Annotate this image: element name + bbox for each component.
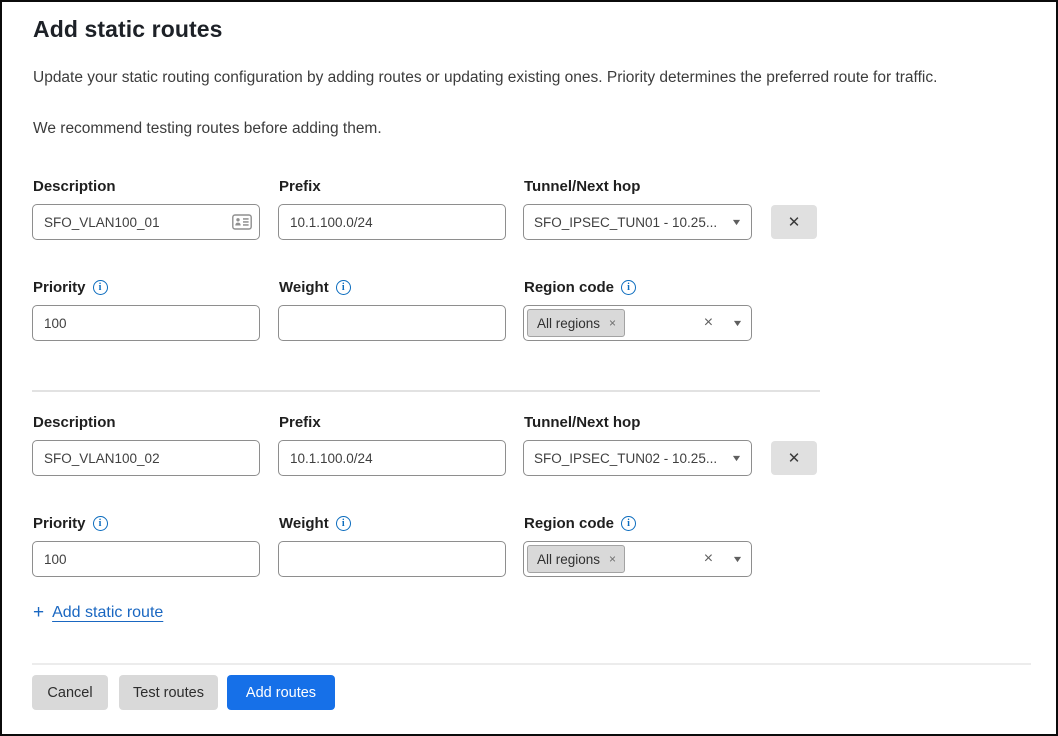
chip-remove-icon[interactable]: × xyxy=(609,316,616,330)
description-label: Description xyxy=(33,178,116,195)
prefix-label: Prefix xyxy=(279,178,321,195)
chip-remove-icon[interactable]: × xyxy=(609,552,616,566)
clear-selection-icon[interactable]: × xyxy=(704,315,713,331)
weight-input[interactable] xyxy=(278,305,506,341)
region-code-label: Region code i xyxy=(524,515,636,532)
region-info-icon[interactable]: i xyxy=(621,516,636,531)
tunnel-selected-value: SFO_IPSEC_TUN01 - 10.25... xyxy=(534,215,724,230)
tunnel-next-hop-label: Tunnel/Next hop xyxy=(524,414,640,431)
region-chip-label: All regions xyxy=(537,552,600,567)
description-input[interactable] xyxy=(32,204,260,240)
chevron-down-icon: ▼ xyxy=(732,554,744,564)
weight-info-icon[interactable]: i xyxy=(336,516,351,531)
region-chip: All regions × xyxy=(527,309,625,337)
tunnel-next-hop-select[interactable]: SFO_IPSEC_TUN02 - 10.25... ▼ xyxy=(523,440,752,476)
tunnel-next-hop-select[interactable]: SFO_IPSEC_TUN01 - 10.25... ▼ xyxy=(523,204,752,240)
add-static-routes-dialog: Add static routes Update your static rou… xyxy=(0,0,1058,736)
priority-label: Priority i xyxy=(33,279,108,296)
add-static-route-link[interactable]: + Add static route xyxy=(33,603,163,622)
description-label: Description xyxy=(33,414,116,431)
prefix-input[interactable] xyxy=(278,204,506,240)
tunnel-selected-value: SFO_IPSEC_TUN02 - 10.25... xyxy=(534,451,724,466)
weight-info-icon[interactable]: i xyxy=(336,280,351,295)
remove-route-button[interactable]: ✕ xyxy=(771,441,817,475)
region-info-icon[interactable]: i xyxy=(621,280,636,295)
description-input[interactable] xyxy=(32,440,260,476)
dialog-description: Update your static routing configuration… xyxy=(33,68,1038,89)
prefix-label: Prefix xyxy=(279,414,321,431)
footer-separator xyxy=(32,663,1031,665)
region-chip-label: All regions xyxy=(537,316,600,331)
chevron-down-icon: ▼ xyxy=(732,318,744,328)
tunnel-next-hop-label: Tunnel/Next hop xyxy=(524,178,640,195)
page-title: Add static routes xyxy=(33,16,223,43)
priority-label: Priority i xyxy=(33,515,108,532)
region-code-multiselect[interactable]: All regions × × ▼ xyxy=(523,305,752,341)
region-code-multiselect[interactable]: All regions × × ▼ xyxy=(523,541,752,577)
prefix-input[interactable] xyxy=(278,440,506,476)
chevron-down-icon: ▼ xyxy=(731,217,743,227)
route-entry-1: Description Prefix Tunnel/Next hop SFO_I… xyxy=(32,178,822,343)
route-separator xyxy=(32,390,820,392)
route-entry-2: Description Prefix Tunnel/Next hop SFO_I… xyxy=(32,414,822,579)
weight-input[interactable] xyxy=(278,541,506,577)
priority-input[interactable] xyxy=(32,305,260,341)
weight-label: Weight i xyxy=(279,515,351,532)
priority-input[interactable] xyxy=(32,541,260,577)
remove-route-button[interactable]: ✕ xyxy=(771,205,817,239)
region-code-label: Region code i xyxy=(524,279,636,296)
chevron-down-icon: ▼ xyxy=(731,453,743,463)
region-chip: All regions × xyxy=(527,545,625,573)
test-routes-button[interactable]: Test routes xyxy=(119,675,218,710)
weight-label: Weight i xyxy=(279,279,351,296)
cancel-button[interactable]: Cancel xyxy=(32,675,108,710)
plus-icon: + xyxy=(33,603,44,622)
clear-selection-icon[interactable]: × xyxy=(704,551,713,567)
priority-info-icon[interactable]: i xyxy=(93,516,108,531)
priority-info-icon[interactable]: i xyxy=(93,280,108,295)
add-static-route-label: Add static route xyxy=(52,604,163,622)
add-routes-button[interactable]: Add routes xyxy=(227,675,335,710)
dialog-note: We recommend testing routes before addin… xyxy=(33,119,1038,140)
